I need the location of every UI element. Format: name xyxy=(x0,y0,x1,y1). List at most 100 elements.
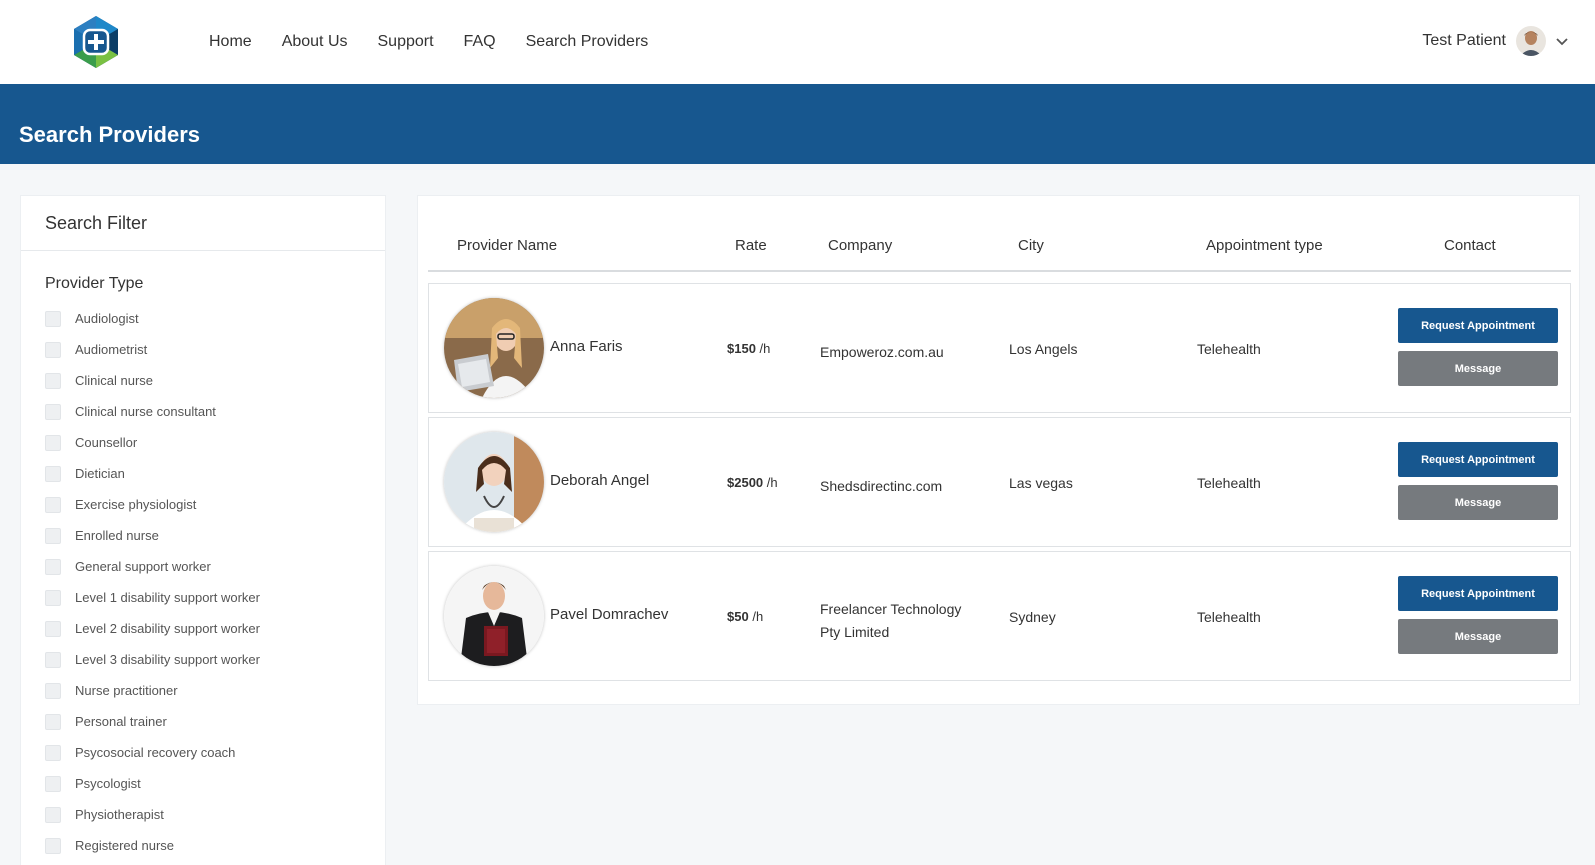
filter-option-label: Level 1 disability support worker xyxy=(75,590,260,605)
checkbox[interactable] xyxy=(45,341,61,358)
user-menu[interactable]: Test Patient xyxy=(1422,26,1570,56)
rate-unit: /h xyxy=(759,341,771,356)
provider-photo xyxy=(444,432,544,532)
header-city: City xyxy=(1018,237,1044,254)
message-button[interactable]: Message xyxy=(1398,619,1558,654)
search-filter-panel: Search Filter Provider Type Audiologist … xyxy=(20,195,386,865)
filter-option[interactable]: Registered nurse xyxy=(45,830,385,861)
appointment-type: Telehealth xyxy=(1197,341,1261,357)
rate-value: $150 xyxy=(727,341,756,356)
header-company: Company xyxy=(828,237,893,254)
nav-faq[interactable]: FAQ xyxy=(464,32,496,52)
filter-option-label: Level 2 disability support worker xyxy=(75,621,260,636)
filter-option[interactable]: Level 1 disability support worker xyxy=(45,582,385,613)
appointment-type: Telehealth xyxy=(1197,475,1261,491)
filter-option[interactable]: Psycologist xyxy=(45,768,385,799)
provider-name[interactable]: Anna Faris xyxy=(550,338,623,355)
filter-option[interactable]: Level 2 disability support worker xyxy=(45,613,385,644)
request-appointment-button[interactable]: Request Appointment xyxy=(1398,442,1558,477)
filter-option[interactable]: Audiometrist xyxy=(45,334,385,365)
nav-about-us[interactable]: About Us xyxy=(282,32,348,52)
appointment-type: Telehealth xyxy=(1197,609,1261,625)
page-title: Search Providers xyxy=(19,122,200,147)
table-header: Provider Name Rate Company City Appointm… xyxy=(428,196,1571,272)
main-nav: Home About Us Support FAQ Search Provide… xyxy=(209,32,678,52)
provider-photo xyxy=(444,298,544,398)
logo-icon[interactable] xyxy=(68,14,124,70)
filter-option[interactable]: Enrolled nurse xyxy=(45,520,385,551)
filter-option-label: Dietician xyxy=(75,466,125,481)
nav-support[interactable]: Support xyxy=(378,32,434,52)
filter-option[interactable]: Clinical nurse xyxy=(45,365,385,396)
provider-rate: $2500 /h xyxy=(727,475,778,490)
filter-option-label: General support worker xyxy=(75,559,211,574)
checkbox[interactable] xyxy=(45,558,61,575)
provider-company: Empoweroz.com.au xyxy=(820,344,944,360)
checkbox[interactable] xyxy=(45,589,61,606)
filter-option-label: Audiologist xyxy=(75,311,139,326)
checkbox[interactable] xyxy=(45,434,61,451)
filter-option[interactable]: Personal trainer xyxy=(45,706,385,737)
filter-option[interactable]: Psycosocial recovery coach xyxy=(45,737,385,768)
filter-option[interactable]: Clinical nurse consultant xyxy=(45,396,385,427)
message-button[interactable]: Message xyxy=(1398,485,1558,520)
checkbox[interactable] xyxy=(45,713,61,730)
checkbox[interactable] xyxy=(45,496,61,513)
provider-city: Sydney xyxy=(1009,609,1056,625)
request-appointment-button[interactable]: Request Appointment xyxy=(1398,308,1558,343)
filter-option-label: Counsellor xyxy=(75,435,138,450)
header-appointment-type: Appointment type xyxy=(1206,237,1323,254)
filter-option[interactable]: Level 3 disability support worker xyxy=(45,644,385,675)
provider-type-list: Audiologist Audiometrist Clinical nurse … xyxy=(21,293,385,861)
header-rate: Rate xyxy=(735,237,767,254)
checkbox[interactable] xyxy=(45,527,61,544)
provider-city: Las vegas xyxy=(1009,475,1073,491)
filter-option[interactable]: Nurse practitioner xyxy=(45,675,385,706)
provider-name[interactable]: Pavel Domrachev xyxy=(550,606,668,623)
checkbox[interactable] xyxy=(45,403,61,420)
filter-option-label: Psycosocial recovery coach xyxy=(75,745,236,760)
nav-home[interactable]: Home xyxy=(209,32,252,52)
nav-search-providers[interactable]: Search Providers xyxy=(526,32,649,52)
provider-name[interactable]: Deborah Angel xyxy=(550,472,649,489)
checkbox[interactable] xyxy=(45,310,61,327)
provider-company: Shedsdirectinc.com xyxy=(820,478,943,494)
request-appointment-button[interactable]: Request Appointment xyxy=(1398,576,1558,611)
filter-option[interactable]: Exercise physiologist xyxy=(45,489,385,520)
checkbox[interactable] xyxy=(45,651,61,668)
header-contact: Contact xyxy=(1444,237,1496,254)
checkbox[interactable] xyxy=(45,465,61,482)
chevron-down-icon[interactable] xyxy=(1554,33,1570,49)
filter-option[interactable]: Dietician xyxy=(45,458,385,489)
filter-option[interactable]: Audiologist xyxy=(45,303,385,334)
filter-option-label: Exercise physiologist xyxy=(75,497,197,512)
checkbox[interactable] xyxy=(45,744,61,761)
provider-type-heading: Provider Type xyxy=(45,275,144,292)
header-provider-name: Provider Name xyxy=(457,237,558,254)
table-row: Deborah Angel $2500 /h Shedsdirectinc.co… xyxy=(428,417,1571,547)
filter-option-label: Registered nurse xyxy=(75,838,174,853)
provider-results-panel: Provider Name Rate Company City Appointm… xyxy=(417,195,1580,705)
checkbox[interactable] xyxy=(45,620,61,637)
user-name: Test Patient xyxy=(1422,32,1506,49)
filter-option[interactable]: Physiotherapist xyxy=(45,799,385,830)
checkbox[interactable] xyxy=(45,806,61,823)
filter-option[interactable]: General support worker xyxy=(45,551,385,582)
checkbox[interactable] xyxy=(45,372,61,389)
checkbox[interactable] xyxy=(45,775,61,792)
filter-option-label: Level 3 disability support worker xyxy=(75,652,260,667)
filter-option-label: Clinical nurse consultant xyxy=(75,404,216,419)
checkbox[interactable] xyxy=(45,837,61,854)
checkbox[interactable] xyxy=(45,682,61,699)
rate-value: $50 xyxy=(727,609,749,624)
filter-option-label: Clinical nurse xyxy=(75,373,154,388)
page-banner: Search Providers xyxy=(0,84,1595,164)
filter-option-label: Physiotherapist xyxy=(75,807,164,822)
provider-rate: $150 /h xyxy=(727,341,770,356)
message-button[interactable]: Message xyxy=(1398,351,1558,386)
filter-option[interactable]: Counsellor xyxy=(45,427,385,458)
provider-rate: $50 /h xyxy=(727,609,763,624)
provider-photo xyxy=(444,566,544,666)
provider-city: Los Angels xyxy=(1009,341,1078,357)
provider-company: Freelancer Technology Pty Limited xyxy=(820,601,962,640)
